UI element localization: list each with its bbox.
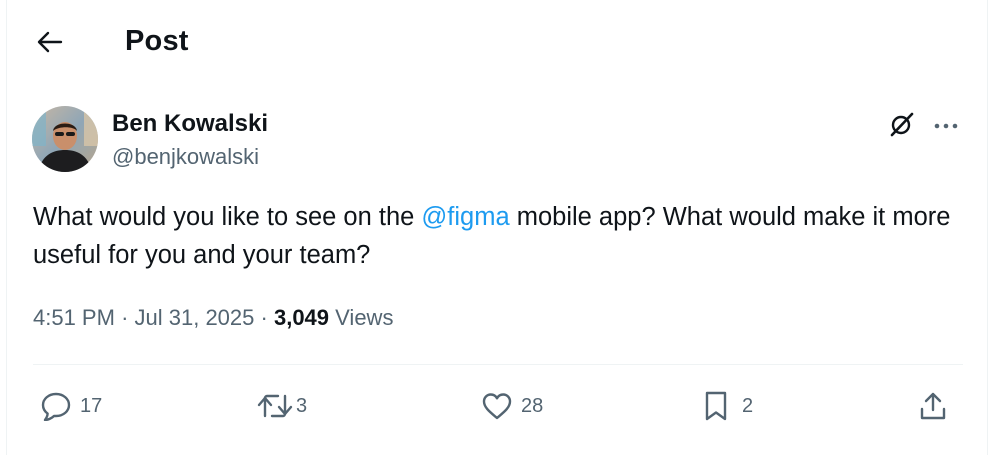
post-header: Post <box>0 0 1000 88</box>
mention-link[interactable]: @figma <box>421 203 509 231</box>
views-count: 3,049 <box>273 305 330 330</box>
post-text-part: What would you like to see on the <box>33 203 422 231</box>
post-time[interactable]: 4:51 PM <box>33 305 115 330</box>
retweet-icon <box>256 392 294 420</box>
post-meta: 4:51 PM · Jul 31, 2025 · 3,049 Views <box>33 305 393 331</box>
back-button[interactable] <box>28 26 72 62</box>
retweet-count: 3 <box>296 394 308 417</box>
author-name[interactable]: Ben Kowalski <box>112 110 268 138</box>
avatar[interactable] <box>32 106 98 172</box>
heart-icon <box>481 391 513 421</box>
meta-separator: · <box>121 305 129 330</box>
like-button[interactable]: 28 <box>481 388 543 424</box>
share-button[interactable] <box>918 388 948 424</box>
divider <box>33 364 963 365</box>
bookmark-icon <box>702 390 730 422</box>
grok-icon <box>889 111 915 142</box>
reply-button[interactable]: 17 <box>40 388 102 424</box>
meta-separator: · <box>260 305 268 330</box>
reply-icon <box>40 391 72 421</box>
retweet-button[interactable]: 3 <box>256 388 307 424</box>
more-icon <box>934 117 958 135</box>
like-count: 28 <box>521 394 544 417</box>
author-handle[interactable]: @benjkowalski <box>112 144 259 170</box>
post-date[interactable]: Jul 31, 2025 <box>135 305 255 330</box>
bookmark-button[interactable]: 2 <box>702 388 753 424</box>
bookmark-count: 2 <box>742 394 754 417</box>
more-button[interactable] <box>928 108 964 144</box>
arrow-left-icon <box>37 31 63 58</box>
share-icon <box>918 390 948 422</box>
reply-count: 17 <box>80 394 103 417</box>
grok-button[interactable] <box>884 108 920 144</box>
post-text: What would you like to see on the @figma… <box>33 198 973 274</box>
views-label: Views <box>335 305 394 330</box>
page-title: Post <box>125 25 189 57</box>
